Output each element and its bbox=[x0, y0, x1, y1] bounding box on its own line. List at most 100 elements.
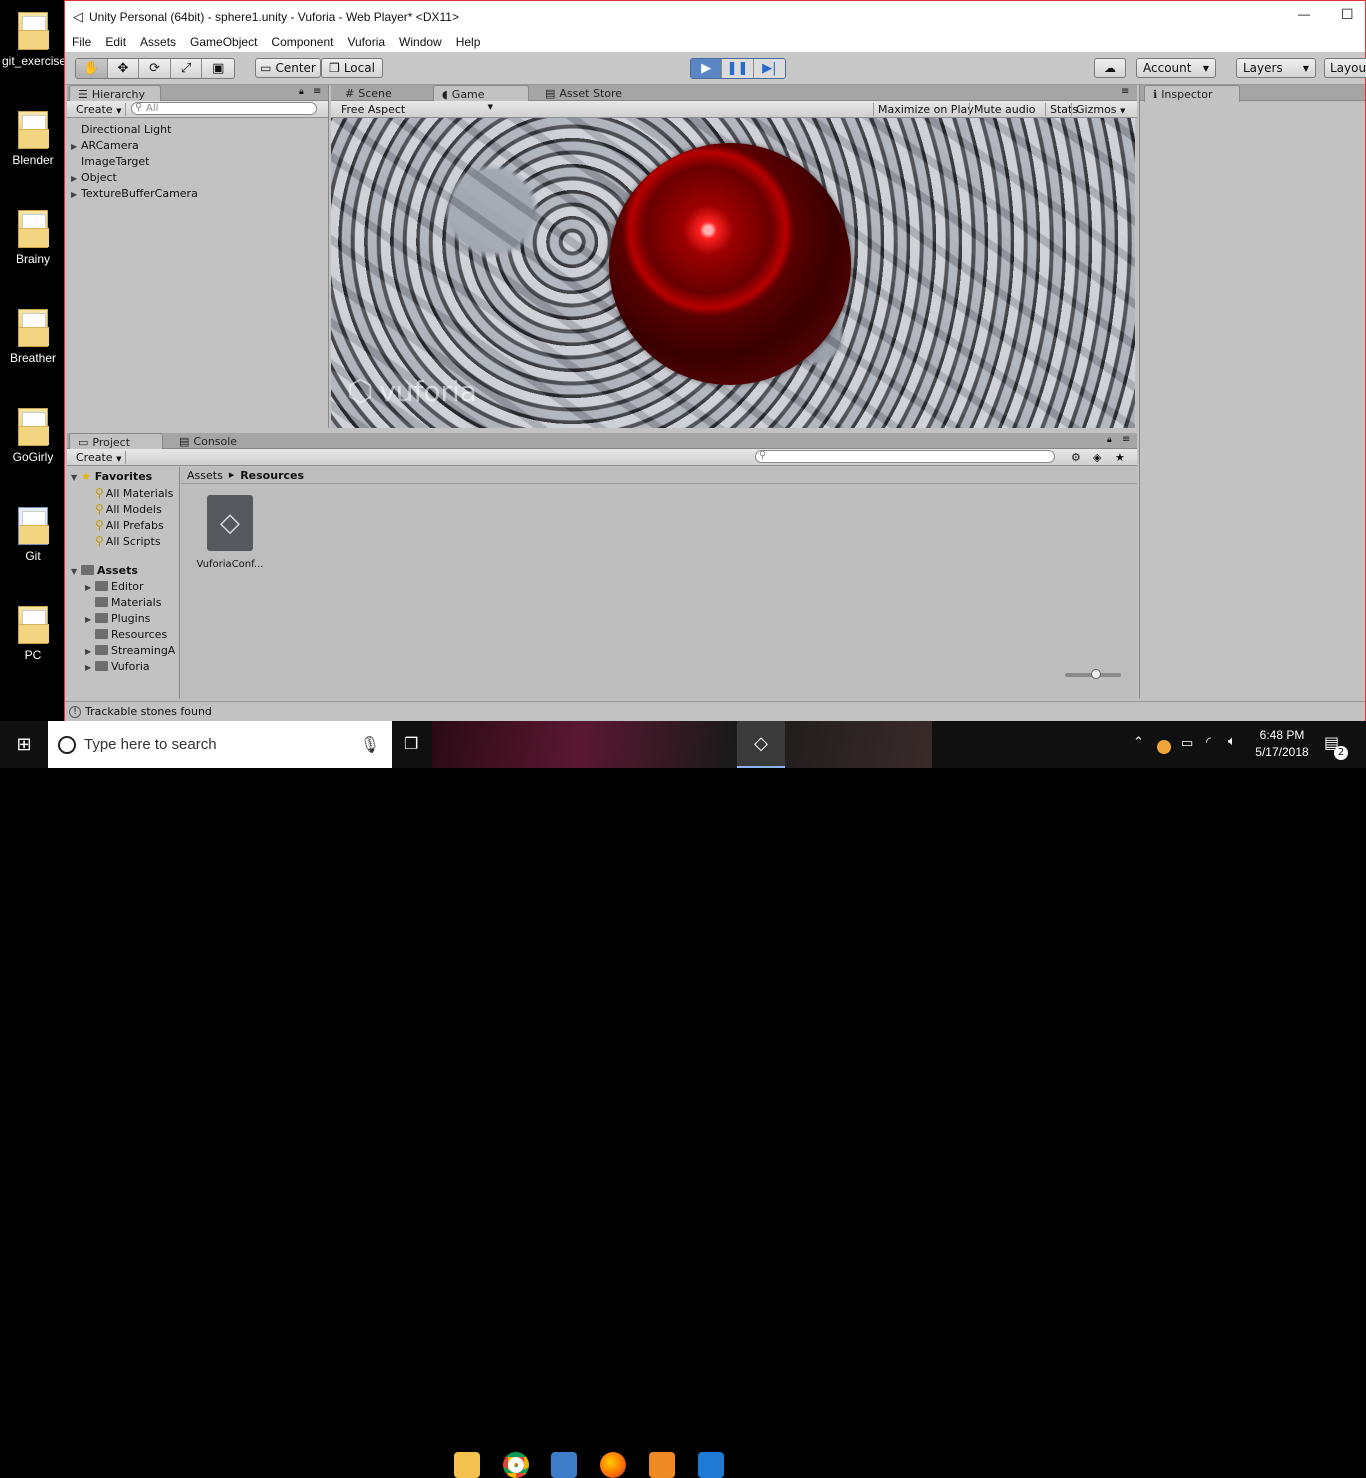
scale-tool-icon[interactable]: ⤢ bbox=[170, 59, 203, 78]
title-bar[interactable]: ◁ Unity Personal (64bit) - sphere1.unity… bbox=[65, 1, 1365, 32]
hierarchy-create-dropdown[interactable]: Create ▼ bbox=[72, 102, 127, 116]
menu-file[interactable]: File bbox=[65, 35, 98, 49]
menu-component[interactable]: Component bbox=[264, 35, 340, 49]
panel-menu-icon[interactable]: ≡ bbox=[1122, 434, 1130, 445]
start-button[interactable]: ⊞ bbox=[0, 721, 48, 768]
rect-tool-icon[interactable]: ▣ bbox=[202, 59, 234, 78]
tab-asset-store[interactable]: ▤ Asset Store bbox=[537, 85, 630, 102]
file-explorer-icon[interactable] bbox=[454, 1452, 480, 1478]
desktop-icon-blender[interactable]: Blender bbox=[2, 111, 64, 167]
collapse-arrow-icon[interactable]: ▼ bbox=[71, 564, 81, 580]
gizmos-dropdown[interactable]: Gizmos ▼ bbox=[1071, 102, 1129, 116]
hand-tool-icon[interactable]: ✋ bbox=[76, 59, 108, 78]
layers-dropdown[interactable]: Layers ▼ bbox=[1236, 58, 1316, 78]
cloud-button[interactable]: ☁ bbox=[1094, 58, 1126, 78]
menu-vuforia[interactable]: Vuforia bbox=[340, 35, 392, 49]
icon-size-slider[interactable] bbox=[1065, 669, 1121, 679]
expand-arrow-icon[interactable]: ▶ bbox=[71, 187, 81, 203]
list-item[interactable]: ⚲ All Models bbox=[67, 501, 179, 517]
desktop-icon-brainy[interactable]: Brainy bbox=[2, 210, 64, 266]
tab-project[interactable]: ▭ Project bbox=[69, 433, 163, 450]
slider-thumb[interactable] bbox=[1091, 669, 1101, 679]
tab-hierarchy[interactable]: ☰ Hierarchy bbox=[69, 85, 161, 102]
list-item[interactable]: ▶ Object bbox=[67, 170, 328, 186]
desktop-icon-breather[interactable]: Breather bbox=[2, 309, 64, 365]
lock-icon[interactable]: 🔒︎ bbox=[299, 87, 304, 97]
desktop-icon-pc[interactable]: PC bbox=[2, 606, 64, 662]
desktop-icon-git-exercise[interactable]: git_exercise bbox=[2, 12, 66, 68]
mute-audio-toggle[interactable]: Mute audio bbox=[969, 102, 1040, 116]
game-viewport[interactable]: ⬡ vuforia bbox=[331, 118, 1135, 428]
tab-scene[interactable]: # Scene bbox=[337, 85, 400, 102]
list-item[interactable]: ▶ Vuforia bbox=[67, 659, 179, 675]
breadcrumb-assets[interactable]: Assets bbox=[187, 469, 223, 482]
list-item[interactable]: ⚲ All Scripts bbox=[67, 533, 179, 549]
menu-assets[interactable]: Assets bbox=[133, 35, 183, 49]
panel-menu-icon[interactable]: ≡ bbox=[313, 86, 321, 97]
move-tool-icon[interactable]: ✥ bbox=[107, 59, 140, 78]
virtualbox-icon[interactable] bbox=[551, 1452, 577, 1478]
collapse-arrow-icon[interactable]: ▼ bbox=[71, 470, 81, 486]
maximize-on-play-toggle[interactable]: Maximize on Play bbox=[873, 102, 978, 116]
vscode-icon[interactable] bbox=[698, 1452, 724, 1478]
wifi-icon[interactable]: ◜ bbox=[1206, 735, 1211, 750]
weather-icon[interactable] bbox=[1157, 740, 1171, 754]
menu-edit[interactable]: Edit bbox=[98, 35, 133, 49]
minimize-button[interactable]: — bbox=[1298, 7, 1310, 21]
maximize-button[interactable]: ☐ bbox=[1341, 6, 1354, 23]
volume-icon[interactable]: 🔈︎ bbox=[1228, 734, 1236, 749]
list-item[interactable]: Directional Light bbox=[67, 122, 328, 138]
taskbar-search-input[interactable]: Type here to search 🎙︎ bbox=[48, 721, 392, 768]
battery-icon[interactable]: ▭ bbox=[1181, 736, 1193, 751]
chrome-icon[interactable] bbox=[503, 1452, 529, 1478]
menu-gameobject[interactable]: GameObject bbox=[183, 35, 264, 49]
tab-game[interactable]: ◖ Game bbox=[433, 85, 529, 102]
pivot-local-button[interactable]: ❒ Local bbox=[321, 58, 383, 78]
lock-icon[interactable]: 🔒︎ bbox=[1107, 435, 1112, 445]
desktop-icon-git[interactable]: Git bbox=[2, 507, 64, 563]
layout-dropdown[interactable]: Layout bbox=[1324, 58, 1366, 78]
expand-arrow-icon[interactable]: ▶ bbox=[85, 580, 95, 596]
hierarchy-search-input[interactable]: ⚲ All bbox=[131, 102, 317, 115]
favorite-star-icon[interactable]: ★ bbox=[1115, 451, 1125, 464]
list-item[interactable]: ImageTarget bbox=[67, 154, 328, 170]
favorites-header[interactable]: ▼ ★ Favorites bbox=[67, 469, 179, 485]
play-button-icon[interactable]: ▶ bbox=[691, 59, 723, 78]
expand-arrow-icon[interactable]: ▶ bbox=[85, 644, 95, 660]
pivot-center-button[interactable]: ▭ Center bbox=[255, 58, 321, 78]
pause-button-icon[interactable]: ❚❚ bbox=[722, 59, 754, 78]
asset-item[interactable]: ◇ VuforiaConf... bbox=[195, 495, 265, 570]
microphone-icon[interactable]: 🎙︎ bbox=[360, 735, 380, 755]
expand-arrow-icon[interactable]: ▶ bbox=[71, 139, 81, 155]
expand-arrow-icon[interactable]: ▶ bbox=[85, 612, 95, 628]
unity-taskbar-button[interactable]: ◇ bbox=[737, 721, 785, 768]
firefox-icon[interactable] bbox=[600, 1452, 626, 1478]
account-dropdown[interactable]: Account ▼ bbox=[1136, 58, 1216, 78]
list-item[interactable]: ▶ TextureBufferCamera bbox=[67, 186, 328, 202]
list-item[interactable]: Resources bbox=[67, 627, 179, 643]
list-item[interactable]: ⚲ All Prefabs bbox=[67, 517, 179, 533]
panel-menu-icon[interactable]: ≡ bbox=[1121, 86, 1129, 97]
step-button-icon[interactable]: ▶| bbox=[753, 59, 785, 78]
tab-console[interactable]: ▤ Console bbox=[171, 433, 245, 450]
list-item[interactable]: ▶ Editor bbox=[67, 579, 179, 595]
expand-arrow-icon[interactable]: ▶ bbox=[85, 660, 95, 676]
task-view-icon[interactable]: ❐ bbox=[404, 734, 418, 753]
expand-arrow-icon[interactable]: ▶ bbox=[71, 171, 81, 187]
list-item[interactable]: Materials bbox=[67, 595, 179, 611]
menu-window[interactable]: Window bbox=[392, 35, 449, 49]
project-create-dropdown[interactable]: Create ▼ bbox=[72, 450, 127, 464]
project-search-input[interactable]: ⚲ bbox=[755, 450, 1055, 463]
rotate-tool-icon[interactable]: ⟳ bbox=[139, 59, 171, 78]
show-hidden-icons[interactable]: ⌃ bbox=[1133, 735, 1144, 750]
list-item[interactable]: ▶ Plugins bbox=[67, 611, 179, 627]
sublime-text-icon[interactable] bbox=[649, 1452, 675, 1478]
filter-label-icon[interactable]: ◈ bbox=[1093, 451, 1101, 464]
tab-inspector[interactable]: ℹ Inspector bbox=[1144, 85, 1240, 102]
list-item[interactable]: ⚲ All Materials bbox=[67, 485, 179, 501]
breadcrumb-resources[interactable]: Resources bbox=[240, 469, 304, 482]
status-bar[interactable]: ! Trackable stones found bbox=[65, 701, 1365, 721]
clock[interactable]: 6:48 PM 5/17/2018 bbox=[1250, 727, 1314, 761]
assets-header[interactable]: ▼ Assets bbox=[67, 563, 179, 579]
menu-help[interactable]: Help bbox=[449, 35, 488, 49]
